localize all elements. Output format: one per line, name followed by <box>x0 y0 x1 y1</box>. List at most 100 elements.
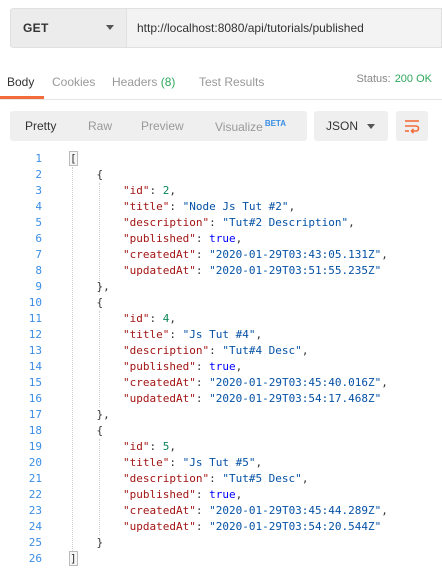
line-content: "description": "Tut#5 Desc", <box>122 472 309 485</box>
response-tabs: Body Cookies Headers (8) Test Results St… <box>0 66 442 100</box>
line-content: "description": "Tut#2 Description", <box>122 216 355 229</box>
format-label: JSON <box>326 119 359 133</box>
view-pretty-button[interactable]: Pretty <box>25 119 56 133</box>
line-content: "id": 5, <box>122 440 176 453</box>
code-line: 22 "published": true, <box>0 487 442 503</box>
line-number: 26 <box>28 552 42 565</box>
line-content: "published": true, <box>122 488 243 501</box>
code-line: 23 "createdAt": "2020-01-29T03:45:44.289… <box>0 503 442 519</box>
url-input[interactable]: http://localhost:8080/api/tutorials/publ… <box>127 8 442 48</box>
line-number: 11 <box>28 312 42 325</box>
line-number: 23 <box>28 504 42 517</box>
code-line: 12 "title": "Js Tut #4", <box>0 327 442 343</box>
code-line: 3 "id": 2, <box>0 183 442 199</box>
line-number: 16 <box>28 392 42 405</box>
line-content: "description": "Tut#4 Desc", <box>122 344 309 357</box>
beta-badge: BETA <box>264 119 286 128</box>
line-number: 12 <box>28 328 42 341</box>
code-line: 26] <box>0 551 442 567</box>
code-line: 14 "published": true, <box>0 359 442 375</box>
line-number: 25 <box>28 536 42 549</box>
code-line: 9 }, <box>0 279 442 295</box>
line-number: 6 <box>35 232 42 245</box>
tab-test-results[interactable]: Test Results <box>199 75 264 89</box>
tab-headers[interactable]: Headers (8) <box>112 75 175 89</box>
code-line: 5 "description": "Tut#2 Description", <box>0 215 442 231</box>
line-content: "id": 4, <box>122 312 176 325</box>
line-content: "updatedAt": "2020-01-29T03:54:20.544Z" <box>122 520 382 533</box>
line-number: 20 <box>28 456 42 469</box>
url-text: http://localhost:8080/api/tutorials/publ… <box>137 21 364 35</box>
code-line: 15 "createdAt": "2020-01-29T03:45:40.016… <box>0 375 442 391</box>
line-content: } <box>70 536 104 549</box>
line-number: 3 <box>35 184 42 197</box>
chevron-down-icon <box>106 25 114 30</box>
tab-body[interactable]: Body <box>7 75 34 89</box>
line-number: 9 <box>35 280 42 293</box>
code-line: 1[ <box>0 151 442 167</box>
view-preview-button[interactable]: Preview <box>141 119 184 133</box>
view-raw-button[interactable]: Raw <box>88 119 112 133</box>
code-line: 16 "updatedAt": "2020-01-29T03:54:17.468… <box>0 391 442 407</box>
line-number: 10 <box>28 296 42 309</box>
line-content: "createdAt": "2020-01-29T03:43:05.131Z", <box>122 248 388 261</box>
line-content: "updatedAt": "2020-01-29T03:51:55.235Z" <box>122 264 382 277</box>
code-line: 4 "title": "Node Js Tut #2", <box>0 199 442 215</box>
line-content: ] <box>69 551 78 566</box>
code-line: 2 { <box>0 167 442 183</box>
headers-count: (8) <box>160 75 176 89</box>
line-number: 19 <box>28 440 42 453</box>
visualize-label: Visualize <box>215 120 263 134</box>
line-number: 8 <box>35 264 42 277</box>
line-number: 7 <box>35 248 42 261</box>
code-line: 21 "description": "Tut#5 Desc", <box>0 471 442 487</box>
response-body-code[interactable]: 1[2 {3 "id": 2, 4 "title": "Node Js Tut #… <box>0 150 442 588</box>
response-status: Status: 200 OK <box>356 73 432 85</box>
method-select[interactable]: GET <box>10 8 127 48</box>
code-line: 13 "description": "Tut#4 Desc", <box>0 343 442 359</box>
line-number: 13 <box>28 344 42 357</box>
tab-cookies[interactable]: Cookies <box>52 75 95 89</box>
wrap-lines-button[interactable] <box>396 111 428 141</box>
line-content: "title": "Js Tut #4", <box>122 328 263 341</box>
view-mode-group: Pretty Raw Preview Visualize BETA <box>10 111 307 141</box>
tab-headers-label: Headers <box>112 75 158 89</box>
method-label: GET <box>23 21 49 35</box>
line-number: 18 <box>28 424 42 437</box>
line-number: 17 <box>28 408 42 421</box>
status-label: Status: <box>356 73 391 85</box>
line-number: 2 <box>35 168 42 181</box>
line-number: 1 <box>35 152 42 165</box>
request-bar: GET http://localhost:8080/api/tutorials/… <box>0 0 442 56</box>
line-content: }, <box>70 408 110 421</box>
line-number: 15 <box>28 376 42 389</box>
line-content: "createdAt": "2020-01-29T03:45:40.016Z", <box>122 376 388 389</box>
chevron-down-icon <box>367 124 375 129</box>
code-line: 7 "createdAt": "2020-01-29T03:43:05.131Z… <box>0 247 442 263</box>
code-line: 8 "updatedAt": "2020-01-29T03:51:55.235Z… <box>0 263 442 279</box>
line-content: "title": "Node Js Tut #2", <box>122 200 296 213</box>
line-content: { <box>70 168 104 181</box>
line-number: 21 <box>28 472 42 485</box>
line-number: 5 <box>35 216 42 229</box>
view-visualize-button[interactable]: Visualize BETA <box>215 119 286 134</box>
line-content: "id": 2, <box>122 184 176 197</box>
line-content: "updatedAt": "2020-01-29T03:54:17.468Z" <box>122 392 382 405</box>
format-select[interactable]: JSON <box>314 111 388 141</box>
code-line: 19 "id": 5, <box>0 439 442 455</box>
wrap-lines-icon <box>405 120 420 134</box>
code-line: 18 { <box>0 423 442 439</box>
line-number: 14 <box>28 360 42 373</box>
line-number: 22 <box>28 488 42 501</box>
line-content: "title": "Js Tut #5", <box>122 456 263 469</box>
code-line: 11 "id": 4, <box>0 311 442 327</box>
line-number: 24 <box>28 520 42 533</box>
line-content: { <box>70 424 104 437</box>
status-value: 200 OK <box>394 73 432 85</box>
response-toolbar: Pretty Raw Preview Visualize BETA JSON <box>0 104 442 146</box>
code-line: 6 "published": true, <box>0 231 442 247</box>
code-line: 24 "updatedAt": "2020-01-29T03:54:20.544… <box>0 519 442 535</box>
active-tab-indicator <box>0 96 44 99</box>
line-content: { <box>70 296 104 309</box>
line-content: "published": true, <box>122 360 243 373</box>
